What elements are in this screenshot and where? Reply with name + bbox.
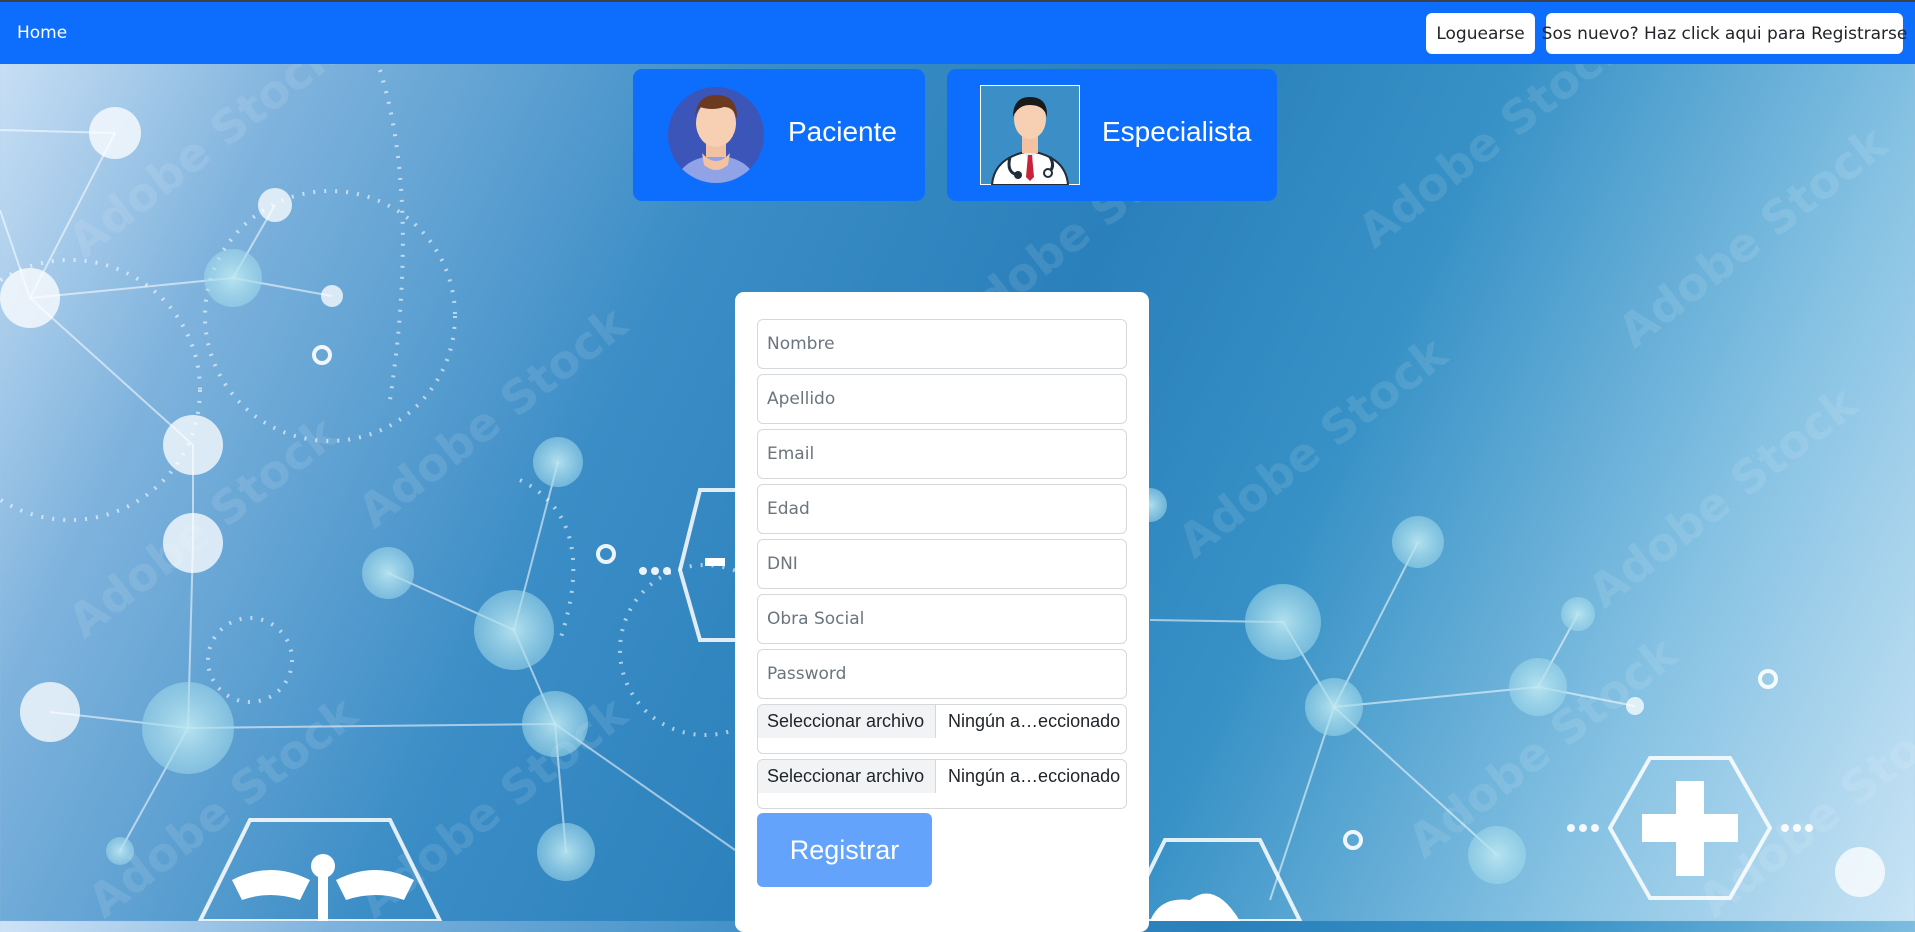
registrar-button[interactable]: Registrar — [757, 813, 932, 887]
select-file-button[interactable]: Seleccionar archivo — [758, 760, 936, 793]
password-input[interactable] — [757, 649, 1127, 699]
obra-social-input[interactable] — [757, 594, 1127, 644]
file-status-text: Ningún a…eccionado — [948, 766, 1121, 786]
home-link[interactable]: Home — [17, 23, 67, 43]
edad-input[interactable] — [757, 484, 1127, 534]
register-button[interactable]: Sos nuevo? Haz click aqui para Registrar… — [1542, 13, 1907, 54]
patient-avatar-icon — [668, 85, 764, 185]
role-label-especialista: Especialista — [1102, 116, 1252, 147]
top-navbar: Home Loguearse Sos nuevo? Haz click aqui… — [0, 0, 1915, 64]
registration-form: Seleccionar archivo Ningún a…eccionado S… — [735, 292, 1149, 932]
file-input-1[interactable]: Seleccionar archivo Ningún a…eccionado — [757, 704, 1127, 754]
select-file-button[interactable]: Seleccionar archivo — [758, 705, 936, 738]
doctor-avatar-icon — [979, 84, 1081, 186]
role-card-especialista[interactable]: Especialista — [947, 69, 1277, 201]
role-card-paciente[interactable]: Paciente — [633, 69, 925, 201]
email-input[interactable] — [757, 429, 1127, 479]
apellido-input[interactable] — [757, 374, 1127, 424]
role-label-paciente: Paciente — [788, 116, 897, 147]
dni-input[interactable] — [757, 539, 1127, 589]
file-status-text: Ningún a…eccionado — [948, 711, 1121, 731]
nombre-input[interactable] — [757, 319, 1127, 369]
login-button[interactable]: Loguearse — [1426, 13, 1535, 54]
file-input-2[interactable]: Seleccionar archivo Ningún a…eccionado — [757, 759, 1127, 809]
